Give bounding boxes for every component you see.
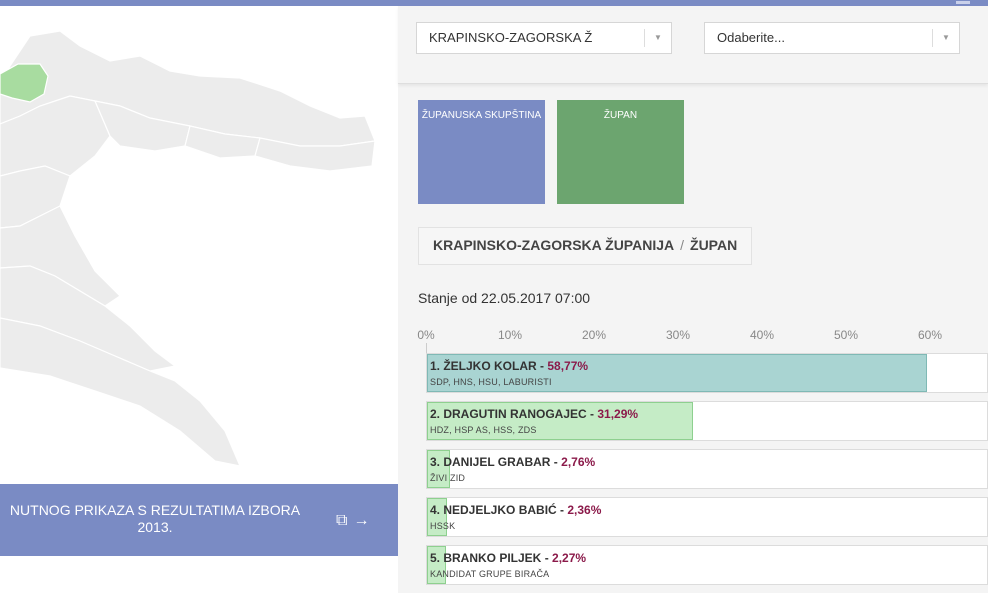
candidate-dash: - <box>541 551 553 565</box>
results-panel: KRAPINSKO-ZAGORSKA Ž ▼ Odaberite... ▼ ŽU… <box>398 6 988 593</box>
candidate-party: ŽIVI ZID <box>430 473 466 483</box>
municipality-select[interactable]: Odaberite... ▼ <box>704 22 960 54</box>
candidate-row[interactable]: 3. DANIJEL GRABAR - 2,76% ŽIVI ZID <box>426 449 988 489</box>
candidate-party: KANDIDAT GRUPE BIRAČA <box>430 569 550 579</box>
breadcrumb-county[interactable]: KRAPINSKO-ZAGORSKA ŽUPANIJA <box>433 237 674 253</box>
candidate-row[interactable]: 5. BRANKO PILJEK - 2,27% KANDIDAT GRUPE B… <box>426 545 988 585</box>
breadcrumb-office: ŽUPAN <box>690 237 738 253</box>
previous-results-banner[interactable]: NUTNOG PRIKAZA S REZULTATIMA IZBORA 2013… <box>0 484 398 556</box>
axis-origin-line <box>426 343 427 353</box>
banner-text: NUTNOG PRIKAZA S REZULTATIMA IZBORA 2013… <box>0 502 340 536</box>
axis-tick: 50% <box>833 328 859 342</box>
candidate-percent: 2,36% <box>567 503 602 517</box>
filter-bar: KRAPINSKO-ZAGORSKA Ž ▼ Odaberite... ▼ <box>398 6 988 84</box>
candidate-name: 3. DANIJEL GRABAR - 2,76% <box>430 455 595 469</box>
candidate-row[interactable]: 2. DRAGUTIN RANOGAJEC - 31,29% HDZ, HSP A… <box>426 401 988 441</box>
candidate-percent: 58,77% <box>547 359 589 373</box>
candidate-party: HSSK <box>430 521 456 531</box>
top-bar-accent <box>956 1 970 4</box>
croatia-map[interactable] <box>0 6 398 476</box>
candidate-name-text: 5. BRANKO PILJEK <box>430 551 542 565</box>
axis-tick: 60% <box>917 328 943 342</box>
candidate-dash: - <box>536 359 548 373</box>
candidate-percent: 31,29% <box>597 407 639 421</box>
candidate-party: SDP, HNS, HSU, LABURISTI <box>430 377 552 387</box>
axis-tick: 30% <box>665 328 691 342</box>
tile-zupan[interactable]: ŽUPAN <box>557 100 684 204</box>
map-panel: NUTNOG PRIKAZA S REZULTATIMA IZBORA 2013… <box>0 6 398 593</box>
candidate-name-text: 1. ŽELJKO KOLAR <box>430 359 537 373</box>
candidate-name: 4. NEDJELJKO BABIĆ - 2,36% <box>430 503 601 517</box>
candidate-name-text: 2. DRAGUTIN RANOGAJEC <box>430 407 587 421</box>
chevron-down-icon[interactable]: ▼ <box>644 29 671 47</box>
candidate-percent: 2,27% <box>552 551 587 565</box>
percent-axis: 0% 10% 20% 30% 40% 50% 60% <box>417 328 988 346</box>
candidate-name: 5. BRANKO PILJEK - 2,27% <box>430 551 586 565</box>
chevron-down-icon[interactable]: ▼ <box>932 29 959 47</box>
candidate-row[interactable]: 4. NEDJELJKO BABIĆ - 2,36% HSSK <box>426 497 988 537</box>
candidate-name: 2. DRAGUTIN RANOGAJEC - 31,29% <box>430 407 638 421</box>
status-timestamp: Stanje od 22.05.2017 07:00 <box>418 290 591 306</box>
axis-tick: 20% <box>581 328 607 342</box>
axis-tick: 0% <box>417 328 435 342</box>
county-select-value: KRAPINSKO-ZAGORSKA Ž <box>429 30 593 45</box>
candidate-row[interactable]: 1. ŽELJKO KOLAR - 58,77% SDP, HNS, HSU, L… <box>426 353 988 393</box>
axis-tick: 10% <box>497 328 523 342</box>
banner-line2: 2013. <box>137 519 173 535</box>
county-select[interactable]: KRAPINSKO-ZAGORSKA Ž ▼ <box>416 22 672 54</box>
candidate-name: 1. ŽELJKO KOLAR - 58,77% <box>430 359 588 373</box>
municipality-select-value: Odaberite... <box>717 30 785 45</box>
candidate-dash: - <box>556 503 568 517</box>
banner-icons: ⧉ → <box>336 512 375 530</box>
axis-tick: 40% <box>749 328 775 342</box>
candidate-percent: 2,76% <box>561 455 596 469</box>
candidate-dash: - <box>550 455 562 469</box>
tile-zupanijska-skupstina[interactable]: ŽUPANUSKA SKUPŠTINA <box>418 100 545 204</box>
breadcrumb-separator: / <box>680 237 685 253</box>
candidate-party: HDZ, HSP AS, HSS, ZDS <box>430 425 537 435</box>
banner-line1: NUTNOG PRIKAZA S REZULTATIMA IZBORA <box>9 502 301 518</box>
arrow-right-icon: → <box>353 512 370 529</box>
breadcrumb: KRAPINSKO-ZAGORSKA ŽUPANIJA / ŽUPAN <box>418 227 753 265</box>
highlighted-county <box>0 63 49 103</box>
copy-icon: ⧉ <box>336 512 348 529</box>
candidate-name-text: 4. NEDJELJKO BABIĆ <box>430 503 557 517</box>
candidate-name-text: 3. DANIJEL GRABAR <box>430 455 551 469</box>
candidate-dash: - <box>586 407 598 421</box>
